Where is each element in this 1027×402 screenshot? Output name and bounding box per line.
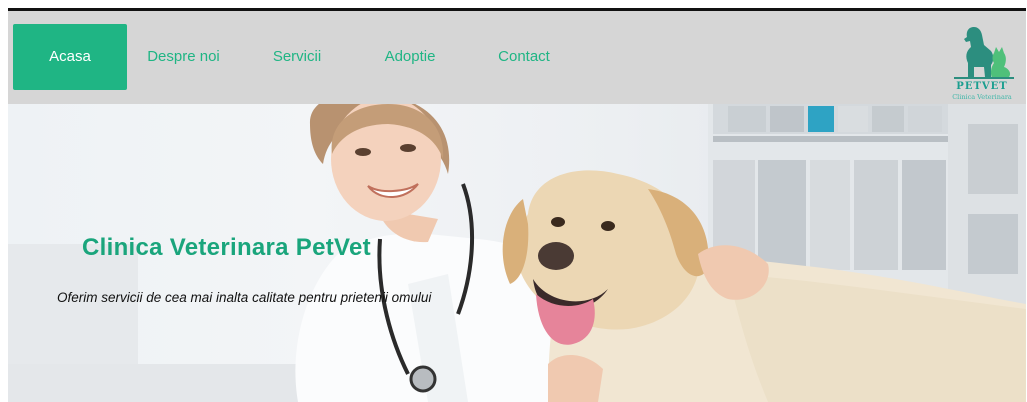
nav-item-contact[interactable]: Contact	[488, 24, 560, 90]
logo-brand-text: PETVET	[956, 81, 1008, 92]
logo-subtitle: Clinica Veterinara	[952, 93, 1012, 101]
hero-banner: Clinica Veterinara PetVet Oferim servici…	[8, 104, 1026, 402]
petvet-logo[interactable]: PETVET Clinica Veterinara	[944, 23, 1020, 103]
dog-cat-silhouette-icon	[954, 27, 1014, 79]
navbar: Acasa Despre noi Servicii Adoptie Contac…	[8, 11, 1026, 104]
nav-item-acasa[interactable]: Acasa	[13, 24, 127, 90]
hero-subtitle: Oferim servicii de cea mai inalta calita…	[57, 290, 432, 305]
nav-item-servicii[interactable]: Servicii	[262, 24, 332, 90]
nav-item-adoptie[interactable]: Adoptie	[374, 24, 446, 90]
nav-item-despre-noi[interactable]: Despre noi	[136, 24, 231, 90]
hero-title: Clinica Veterinara PetVet	[82, 234, 371, 261]
